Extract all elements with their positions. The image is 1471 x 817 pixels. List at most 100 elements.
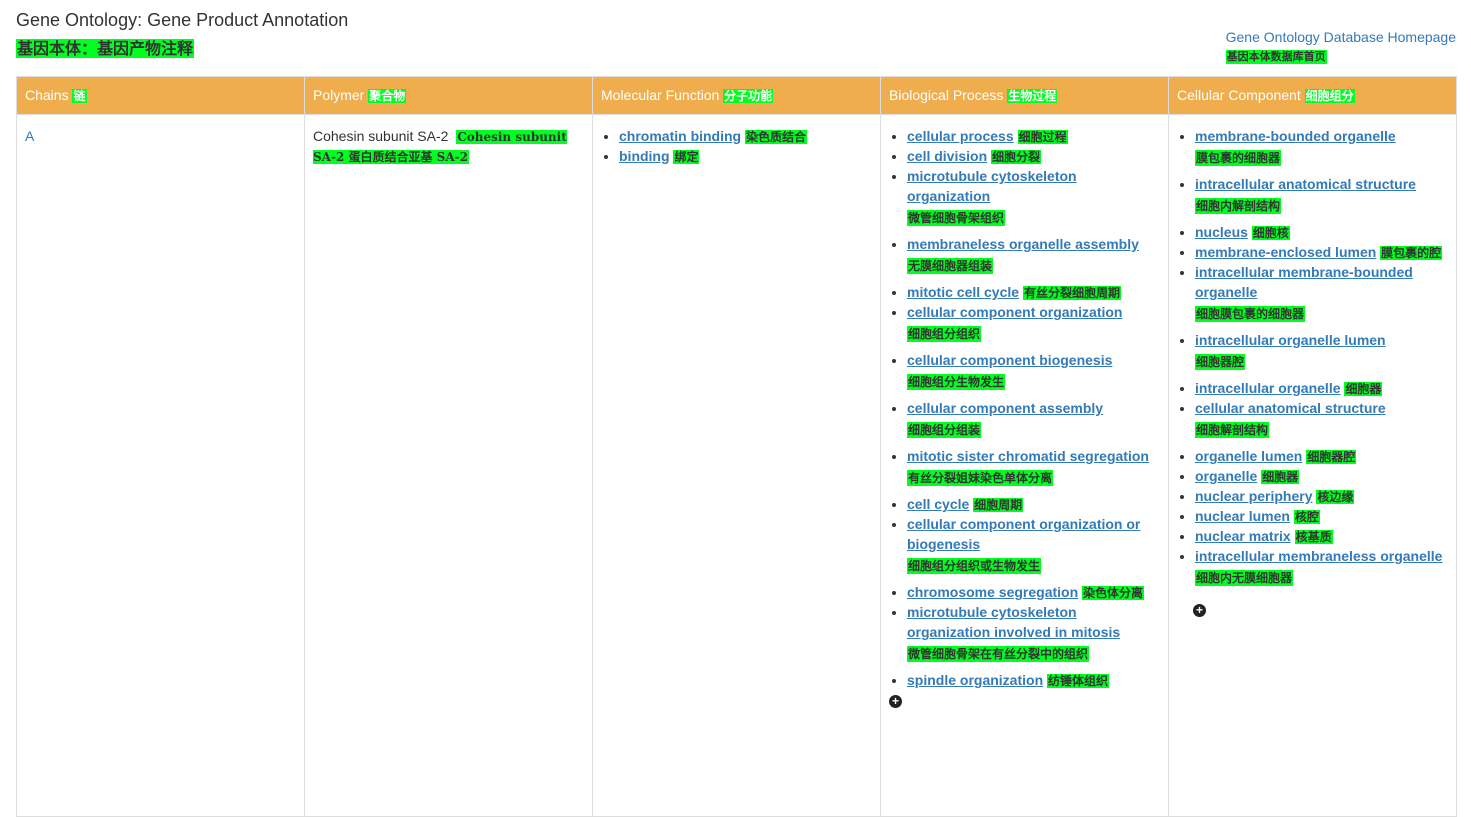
go-term-item: cellular component organization 细胞组分组织 <box>907 302 1160 350</box>
go-term-item: nuclear lumen 核腔 <box>1195 506 1448 526</box>
go-term-item: organelle 细胞器 <box>1195 466 1448 486</box>
go-term-link[interactable]: membraneless organelle assembly <box>907 236 1139 252</box>
column-header-cellular-component: Cellular Component 细胞组分 <box>1168 76 1457 115</box>
go-term-link[interactable]: nuclear matrix <box>1195 528 1291 544</box>
go-term-cn: 微管细胞骨架在有丝分裂中的组织 <box>907 646 1090 662</box>
go-term-link[interactable]: mitotic sister chromatid segregation <box>907 448 1149 464</box>
page-title: Gene Ontology: Gene Product Annotation <box>16 10 349 30</box>
go-term-item: membrane-enclosed lumen 膜包裹的腔 <box>1195 242 1448 262</box>
go-term-cn: 细胞组分组织 <box>907 326 982 342</box>
plus-circle-icon[interactable]: + <box>1193 604 1206 617</box>
go-term-item: intracellular organelle 细胞器 <box>1195 378 1448 398</box>
go-term-cn: 染色质结合 <box>745 130 808 144</box>
go-term-link[interactable]: nuclear lumen <box>1195 508 1290 524</box>
go-term-link[interactable]: cellular component assembly <box>907 400 1103 416</box>
go-term-item: membraneless organelle assembly 无膜细胞器组装 <box>907 234 1160 282</box>
go-term-item: cell division 细胞分裂 <box>907 146 1160 166</box>
go-term-item: mitotic cell cycle 有丝分裂细胞周期 <box>907 282 1160 302</box>
go-term-cn: 细胞解剖结构 <box>1195 422 1270 438</box>
column-header-cn: 分子功能 <box>723 89 774 103</box>
go-term-item: cell cycle 细胞周期 <box>907 494 1160 514</box>
go-term-cn: 核基质 <box>1294 530 1333 544</box>
go-term-link[interactable]: nuclear periphery <box>1195 488 1313 504</box>
page-title-translation: 基因本体：基因产物注释 <box>16 39 195 58</box>
go-term-link[interactable]: nucleus <box>1195 224 1248 240</box>
go-term-item: membrane-bounded organelle 膜包裹的细胞器 <box>1195 126 1448 174</box>
go-term-link[interactable]: organelle <box>1195 468 1257 484</box>
cellular-component-cell: membrane-bounded organelle 膜包裹的细胞器intrac… <box>1168 114 1457 817</box>
page-title-cn: 基因本体：基因产物注释 <box>16 39 195 58</box>
go-term-link[interactable]: membrane-bounded organelle <box>1195 128 1396 144</box>
go-term-link[interactable]: mitotic cell cycle <box>907 284 1019 300</box>
molecular-function-list: chromatin binding 染色质结合 binding 绑定 <box>601 126 872 166</box>
go-term-cn: 膜包裹的腔 <box>1380 246 1443 260</box>
homepage-link[interactable]: Gene Ontology Database Homepage <box>1226 29 1456 45</box>
go-term-cn: 细胞过程 <box>1017 130 1068 144</box>
chain-cell: A <box>16 114 305 817</box>
plus-circle-icon[interactable]: + <box>889 695 902 708</box>
go-term-link[interactable]: microtubule cytoskeleton organization in… <box>907 604 1120 640</box>
molecular-function-cell: chromatin binding 染色质结合 binding 绑定 <box>592 114 881 817</box>
go-term-cn: 绑定 <box>673 150 700 164</box>
go-term-item: chromosome segregation 染色体分离 <box>907 582 1160 602</box>
go-term-item: microtubule cytoskeleton organization in… <box>907 602 1160 670</box>
chain-link[interactable]: A <box>25 128 34 144</box>
go-term-cn: 细胞组分组织或生物发生 <box>907 558 1042 574</box>
go-term-item: nuclear periphery 核边缘 <box>1195 486 1448 506</box>
go-term-link[interactable]: cellular anatomical structure <box>1195 400 1386 416</box>
go-term-link[interactable]: intracellular organelle lumen <box>1195 332 1386 348</box>
go-term-link[interactable]: chromosome segregation <box>907 584 1078 600</box>
go-term-item: intracellular membrane-bounded organelle… <box>1195 262 1448 330</box>
biological-process-list: cellular process 细胞过程cell division 细胞分裂m… <box>889 126 1160 690</box>
go-term-item: cellular process 细胞过程 <box>907 126 1160 146</box>
go-term-cn: 膜包裹的细胞器 <box>1195 150 1282 166</box>
go-term-link[interactable]: cellular component biogenesis <box>907 352 1112 368</box>
go-term-link[interactable]: intracellular membraneless organelle <box>1195 548 1442 564</box>
go-term-cn: 细胞膜包裹的细胞器 <box>1195 306 1306 322</box>
column-header-molecular-function: Molecular Function 分子功能 <box>592 76 881 115</box>
go-term-cn: 细胞核 <box>1251 226 1290 240</box>
go-term-cn: 细胞器 <box>1344 382 1383 396</box>
annotation-table: Chains 链 Polymer 聚合物 Molecular Function … <box>16 76 1457 817</box>
go-term-item: spindle organization 纺锤体组织 <box>907 670 1160 690</box>
homepage-link-cn: 基因本体数据库首页 <box>1225 50 1327 64</box>
column-header-label: Cellular Component <box>1177 87 1301 103</box>
go-term-link[interactable]: cellular process <box>907 128 1014 144</box>
go-term-item: binding 绑定 <box>619 146 872 166</box>
go-term-link[interactable]: cell cycle <box>907 496 969 512</box>
column-header-cn: 生物过程 <box>1007 89 1058 103</box>
go-term-link[interactable]: binding <box>619 148 670 164</box>
go-term-link[interactable]: organelle lumen <box>1195 448 1302 464</box>
go-term-item: nuclear matrix 核基质 <box>1195 526 1448 546</box>
go-term-cn: 细胞分裂 <box>991 150 1042 164</box>
go-term-item: microtubule cytoskeleton organization 微管… <box>907 166 1160 234</box>
go-term-cn: 染色体分离 <box>1082 586 1145 600</box>
table-header-row: Chains 链 Polymer 聚合物 Molecular Function … <box>16 76 1457 115</box>
column-header-chains: Chains 链 <box>16 76 305 115</box>
column-header-cn: 细胞组分 <box>1304 89 1355 103</box>
go-term-link[interactable]: cellular component organization <box>907 304 1122 320</box>
column-header-cn: 链 <box>72 89 87 103</box>
go-term-link[interactable]: intracellular membrane-bounded organelle <box>1195 264 1413 300</box>
go-term-link[interactable]: intracellular anatomical structure <box>1195 176 1416 192</box>
go-term-link[interactable]: microtubule cytoskeleton organization <box>907 168 1077 204</box>
go-term-cn: 细胞组分生物发生 <box>907 374 1006 390</box>
go-term-link[interactable]: cell division <box>907 148 987 164</box>
go-term-item: intracellular anatomical structure 细胞内解剖… <box>1195 174 1448 222</box>
column-header-label: Chains <box>25 87 69 103</box>
go-term-cn: 细胞器 <box>1261 470 1300 484</box>
biological-process-cell: cellular process 细胞过程cell division 细胞分裂m… <box>880 114 1169 817</box>
go-term-link[interactable]: cellular component organization or bioge… <box>907 516 1140 552</box>
table-row: A Cohesin subunit SA-2 Cohesin subunit S… <box>16 114 1457 817</box>
polymer-cell: Cohesin subunit SA-2 Cohesin subunit SA-… <box>304 114 593 817</box>
go-term-cn: 细胞器腔 <box>1306 450 1357 464</box>
go-term-link[interactable]: intracellular organelle <box>1195 380 1341 396</box>
go-term-item: intracellular organelle lumen 细胞器腔 <box>1195 330 1448 378</box>
go-term-item: organelle lumen 细胞器腔 <box>1195 446 1448 466</box>
go-term-link[interactable]: spindle organization <box>907 672 1043 688</box>
go-term-cn: 细胞内解剖结构 <box>1195 198 1282 214</box>
go-term-cn: 细胞器腔 <box>1195 354 1246 370</box>
polymer-name: Cohesin subunit SA-2 <box>313 128 449 144</box>
go-term-link[interactable]: membrane-enclosed lumen <box>1195 244 1376 260</box>
go-term-link[interactable]: chromatin binding <box>619 128 741 144</box>
